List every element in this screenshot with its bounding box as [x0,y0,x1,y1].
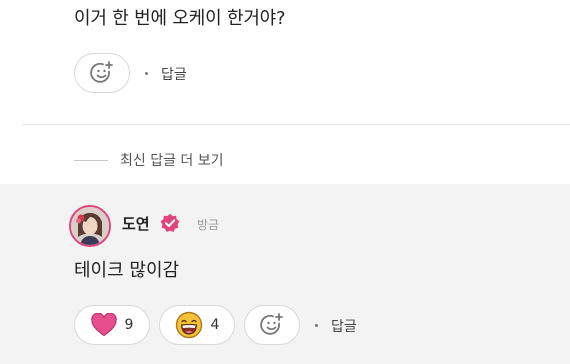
timestamp: 방금 [197,218,220,232]
laugh-reaction-button[interactable]: 4 [159,305,235,345]
add-reaction-button[interactable] [74,53,130,93]
add-emoji-icon [260,313,283,335]
more-replies-button[interactable]: 최신 답글 더 보기 [74,150,224,170]
separator-dot [145,72,148,75]
divider [22,124,570,125]
verified-badge-icon [160,213,180,232]
laugh-count: 4 [210,317,220,333]
more-replies-line [74,159,108,161]
avatar-image [71,207,109,245]
heart-reaction-button[interactable]: 9 [74,305,150,345]
add-emoji-icon [90,61,113,83]
comment-text: 이거 한 번에 오케이 한거야? [74,8,286,29]
add-reaction-button[interactable] [244,305,300,345]
reply-text: 테이크 많이감 [74,260,180,281]
heart-count: 9 [124,317,134,333]
avatar[interactable] [69,205,111,247]
laughing-face-icon [175,311,202,339]
comment: 이거 한 번에 오케이 한거야? 답글 [0,0,570,125]
author-name[interactable]: 도연 [122,213,150,234]
heart-icon [90,313,117,337]
more-replies-label: 최신 답글 더 보기 [120,153,224,169]
reply-button[interactable]: 답글 [161,64,187,84]
separator-dot [315,324,318,327]
reply-button[interactable]: 답글 [331,316,357,336]
